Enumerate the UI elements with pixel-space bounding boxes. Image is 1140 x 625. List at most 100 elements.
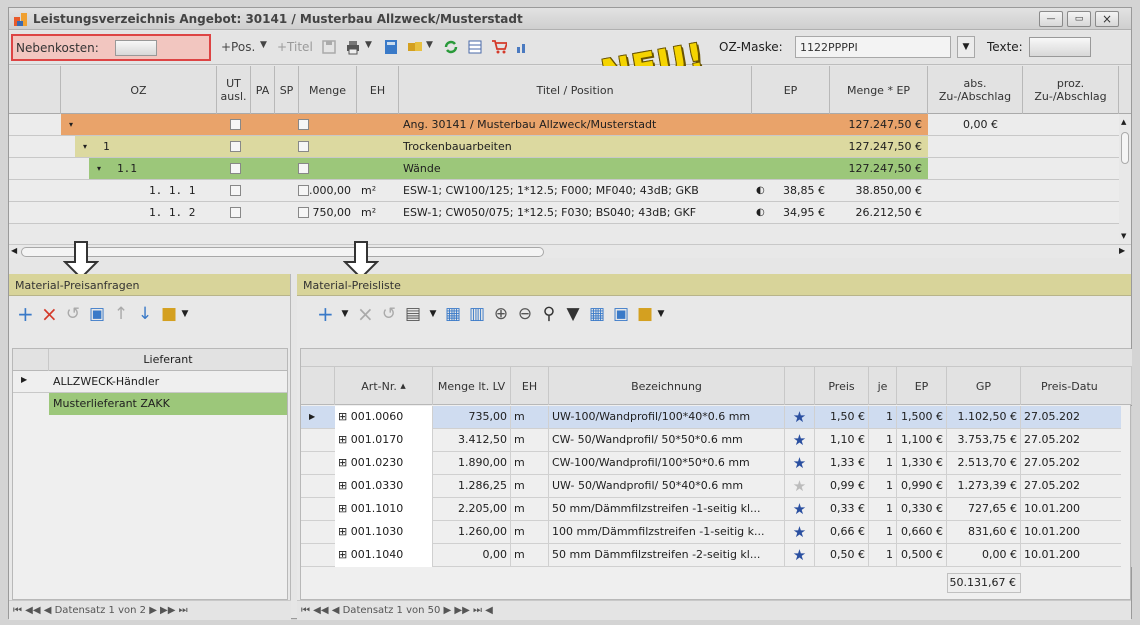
column-header-menge-ep[interactable]: Menge * EP: [830, 66, 928, 114]
calculator-icon[interactable]: ▣: [89, 306, 105, 323]
nebenkosten-toggle[interactable]: [115, 40, 157, 56]
column-header-oz[interactable]: OZ: [61, 66, 217, 114]
checkbox[interactable]: [298, 119, 309, 130]
add-icon[interactable]: +: [317, 304, 334, 324]
column-header-preis-datum[interactable]: Preis-Datu: [1021, 367, 1132, 405]
column-header-preis[interactable]: Preis: [815, 367, 869, 405]
checkbox[interactable]: [230, 163, 241, 174]
close-button[interactable]: ×: [1095, 11, 1119, 27]
star-icon[interactable]: ★: [785, 498, 815, 521]
undo-icon[interactable]: ↺: [65, 306, 81, 323]
undo-icon[interactable]: ↺: [381, 306, 397, 323]
expand-toggle-icon[interactable]: ▾: [83, 136, 87, 158]
position-row[interactable]: ▾ 1 Trockenbauarbeiten 127.247,50 €: [9, 136, 1119, 158]
column-header-titel[interactable]: Titel / Position: [399, 66, 752, 114]
zoom-out-icon[interactable]: ⊖: [517, 306, 533, 323]
maximize-button[interactable]: ▭: [1067, 11, 1091, 27]
expand-icon[interactable]: ⊞: [338, 410, 351, 423]
expand-toggle-icon[interactable]: ▾: [69, 114, 73, 136]
checkbox[interactable]: [230, 141, 241, 152]
print-dropdown-icon[interactable]: ▼: [365, 40, 372, 50]
column-header-abs[interactable]: abs. Zu-/Abschlag: [928, 66, 1023, 114]
preisliste-row[interactable]: ⊞ 001.1040 0,00 m 50 mm Dämmfilzstreifen -2…: [301, 544, 1132, 567]
lieferant-row[interactable]: ▶ ALLZWECK-Händler: [13, 371, 287, 393]
expand-icon[interactable]: ⊞: [338, 502, 351, 515]
nav-first-icon[interactable]: ⏮ ◀◀ ◀: [13, 605, 55, 616]
preisliste-row[interactable]: ⊞ 001.0330 1.286,25 m UW- 50/Wandprofil/ 50…: [301, 475, 1132, 498]
star-icon[interactable]: ★: [785, 429, 815, 452]
print-dropdown-icon[interactable]: ▼: [425, 306, 441, 322]
horizontal-scrollbar[interactable]: ◀ ▶: [9, 244, 1131, 258]
column-header-lieferant[interactable]: Lieferant: [49, 349, 287, 371]
print-icon[interactable]: [345, 39, 361, 55]
expand-icon[interactable]: ⊞: [338, 456, 351, 469]
refresh-icon[interactable]: [443, 39, 459, 55]
column-header-eh[interactable]: EH: [357, 66, 399, 114]
report-icon[interactable]: ▦: [445, 306, 461, 323]
preisliste-row[interactable]: ⊞ 001.0170 3.412,50 m CW- 50/Wandprofil/ 50…: [301, 429, 1132, 452]
checkbox[interactable]: [298, 141, 309, 152]
star-icon[interactable]: ★: [785, 521, 815, 544]
checkbox[interactable]: [298, 207, 309, 218]
grid-settings-icon[interactable]: ▦: [589, 306, 605, 323]
column-header-ep[interactable]: EP: [897, 367, 947, 405]
preisliste-row[interactable]: ⊞ 001.0230 1.890,00 m CW-100/Wandprofil/100…: [301, 452, 1132, 475]
add-dropdown-icon[interactable]: ▼: [337, 306, 353, 322]
package-icon[interactable]: ■: [637, 306, 653, 323]
add-icon[interactable]: +: [17, 304, 34, 324]
column-header-sp[interactable]: SP: [275, 66, 299, 114]
preisliste-row[interactable]: ⊞ 001.1010 2.205,00 m 50 mm/Dämmfilzstreife…: [301, 498, 1132, 521]
column-header-proz[interactable]: proz. Zu-/Abschlag: [1023, 66, 1119, 114]
add-position-button[interactable]: +Pos.: [221, 40, 255, 54]
delete-icon[interactable]: ×: [41, 304, 58, 324]
binoculars-icon[interactable]: ⚲: [541, 306, 557, 323]
expand-icon[interactable]: ⊞: [338, 525, 351, 538]
star-icon[interactable]: ★: [785, 452, 815, 475]
column-header-bezeichnung[interactable]: Bezeichnung: [549, 367, 785, 405]
checkbox[interactable]: [230, 119, 241, 130]
preisliste-row[interactable]: ▶ ⊞ 001.0060 735,00 m UW-100/Wandprofil/100*…: [301, 406, 1132, 429]
oz-mask-input[interactable]: 1122PPPPI: [795, 36, 951, 58]
calculator-icon[interactable]: ▣: [613, 306, 629, 323]
checkbox[interactable]: [230, 185, 241, 196]
columns-icon[interactable]: ▥: [469, 306, 485, 323]
expand-toggle-icon[interactable]: ▾: [97, 158, 101, 180]
column-header-pa[interactable]: PA: [251, 66, 275, 114]
add-position-dropdown-icon[interactable]: ▼: [260, 40, 267, 50]
package-dropdown-icon[interactable]: ▼: [653, 306, 669, 322]
add-title-button[interactable]: +Titel: [277, 40, 313, 54]
nav-next-icon[interactable]: ▶ ▶▶ ⏭ ◀: [444, 605, 493, 616]
cart-icon[interactable]: [491, 39, 507, 55]
filter-icon[interactable]: ▼: [565, 306, 581, 323]
column-header-menge-lv[interactable]: Menge lt. LV: [433, 367, 511, 405]
lieferant-row[interactable]: Musterlieferant ZAKK: [49, 393, 287, 415]
column-header-ut[interactable]: UT ausl.: [217, 66, 251, 114]
move-up-icon[interactable]: ↑: [113, 306, 129, 323]
position-row[interactable]: 1. 1. 2 750,00 m² ESW-1; CW050/075; 1*12.5;…: [9, 202, 1119, 224]
package-icon[interactable]: [407, 39, 423, 55]
nav-next-icon[interactable]: ▶ ▶▶ ⏭: [149, 605, 187, 616]
column-header-art-nr[interactable]: Art-Nr. ▲: [335, 367, 433, 405]
expand-icon[interactable]: ⊞: [338, 479, 351, 492]
table-icon[interactable]: [467, 39, 483, 55]
star-icon[interactable]: ★: [785, 406, 815, 429]
zoom-in-icon[interactable]: ⊕: [493, 306, 509, 323]
texte-toggle[interactable]: [1029, 37, 1091, 57]
vertical-scrollbar[interactable]: ▲ ▼: [1119, 114, 1131, 244]
checkbox[interactable]: [298, 163, 309, 174]
position-row[interactable]: ▾ 1.1 Wände 127.247,50 €: [9, 158, 1119, 180]
expand-icon[interactable]: ⊞: [338, 548, 351, 561]
calculator-icon[interactable]: [383, 39, 399, 55]
horizontal-scrollbar-thumb[interactable]: [21, 247, 544, 257]
column-header-eh[interactable]: EH: [511, 367, 549, 405]
star-icon[interactable]: ★: [785, 475, 815, 498]
minimize-button[interactable]: —: [1039, 11, 1063, 27]
position-row[interactable]: 1. 1. 1 1.000,00 m² ESW-1; CW100/125; 1*12.…: [9, 180, 1119, 202]
column-header-gp[interactable]: GP: [947, 367, 1021, 405]
checkbox[interactable]: [298, 185, 309, 196]
column-header-favorite[interactable]: [785, 367, 815, 405]
package-icon[interactable]: ■: [161, 306, 177, 323]
checkbox[interactable]: [230, 207, 241, 218]
move-down-icon[interactable]: ↓: [137, 306, 153, 323]
print-icon[interactable]: ▤: [405, 306, 421, 323]
